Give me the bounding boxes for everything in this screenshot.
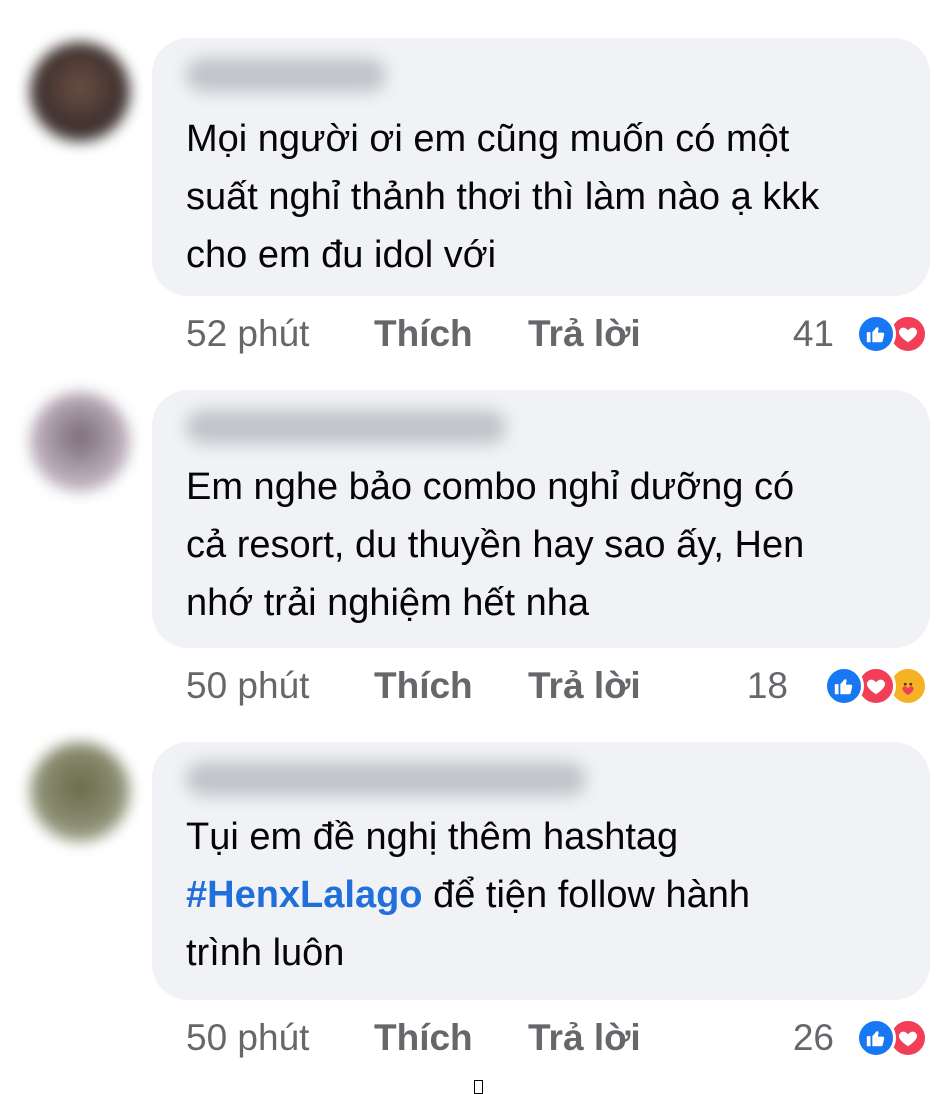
comment-line: trình luôn [186, 932, 345, 974]
comment-bubble: Mọi người ơi em cũng muốn có một suất ng… [152, 38, 930, 296]
comment-text: Mọi người ơi em cũng muốn có một suất ng… [186, 110, 906, 284]
like-icon [856, 1018, 896, 1058]
reply-button[interactable]: Trả lời [528, 661, 641, 711]
reactions[interactable] [824, 666, 928, 706]
comment-line: Em nghe bảo combo nghỉ dưỡng có [186, 466, 795, 508]
like-icon [856, 314, 896, 354]
avatar[interactable] [30, 392, 130, 492]
commenter-name-blurred[interactable] [186, 410, 506, 444]
comment-time[interactable]: 50 phút [186, 661, 309, 711]
comment-time[interactable]: 50 phút [186, 1013, 309, 1063]
commenter-name-blurred[interactable] [186, 58, 386, 92]
like-button[interactable]: Thích [374, 1013, 473, 1063]
reactions[interactable] [856, 314, 928, 354]
comment-bubble: Tụi em đề nghị thêm hashtag #HenxLalago … [152, 742, 930, 1000]
reactions[interactable] [856, 1018, 928, 1058]
comment-line: cho em đu idol với [186, 234, 497, 276]
like-button[interactable]: Thích [374, 309, 473, 359]
avatar[interactable] [30, 42, 130, 142]
comment-meta: 52 phút Thích Trả lời 41 [0, 309, 952, 359]
comment-line-rest: để tiện follow hành [422, 874, 750, 916]
comment-bubble: Em nghe bảo combo nghỉ dưỡng có cả resor… [152, 390, 930, 648]
comment-text: Em nghe bảo combo nghỉ dưỡng có cả resor… [186, 458, 906, 632]
reaction-count[interactable]: 26 [793, 1013, 834, 1063]
hashtag-link[interactable]: #HenxLalago [186, 874, 423, 916]
comment-line: suất nghỉ thảnh thơi thì làm nào ạ kkk [186, 176, 820, 218]
reply-button[interactable]: Trả lời [528, 1013, 641, 1063]
comment-meta: 50 phút Thích Trả lời 18 [0, 661, 952, 711]
comment-line: #HenxLalago để tiện follow hành [186, 866, 906, 924]
comment-line: cả resort, du thuyền hay sao ấy, Hen [186, 524, 805, 566]
like-button[interactable]: Thích [374, 661, 473, 711]
like-icon [824, 666, 864, 706]
reaction-count[interactable]: 41 [793, 309, 834, 359]
comment-text: Tụi em đề nghị thêm hashtag #HenxLalago … [186, 808, 906, 982]
reply-button[interactable]: Trả lời [528, 309, 641, 359]
commenter-name-blurred[interactable] [186, 762, 586, 796]
comment-time[interactable]: 52 phút [186, 309, 309, 359]
comment-line: Mọi người ơi em cũng muốn có một [186, 118, 790, 160]
comment-line: Tụi em đề nghị thêm hashtag [186, 816, 679, 858]
avatar[interactable] [30, 742, 130, 842]
comment-meta: 50 phút Thích Trả lời 26 [0, 1013, 952, 1063]
comment-line: nhớ trải nghiệm hết nha [186, 582, 590, 624]
reaction-count[interactable]: 18 [747, 661, 788, 711]
